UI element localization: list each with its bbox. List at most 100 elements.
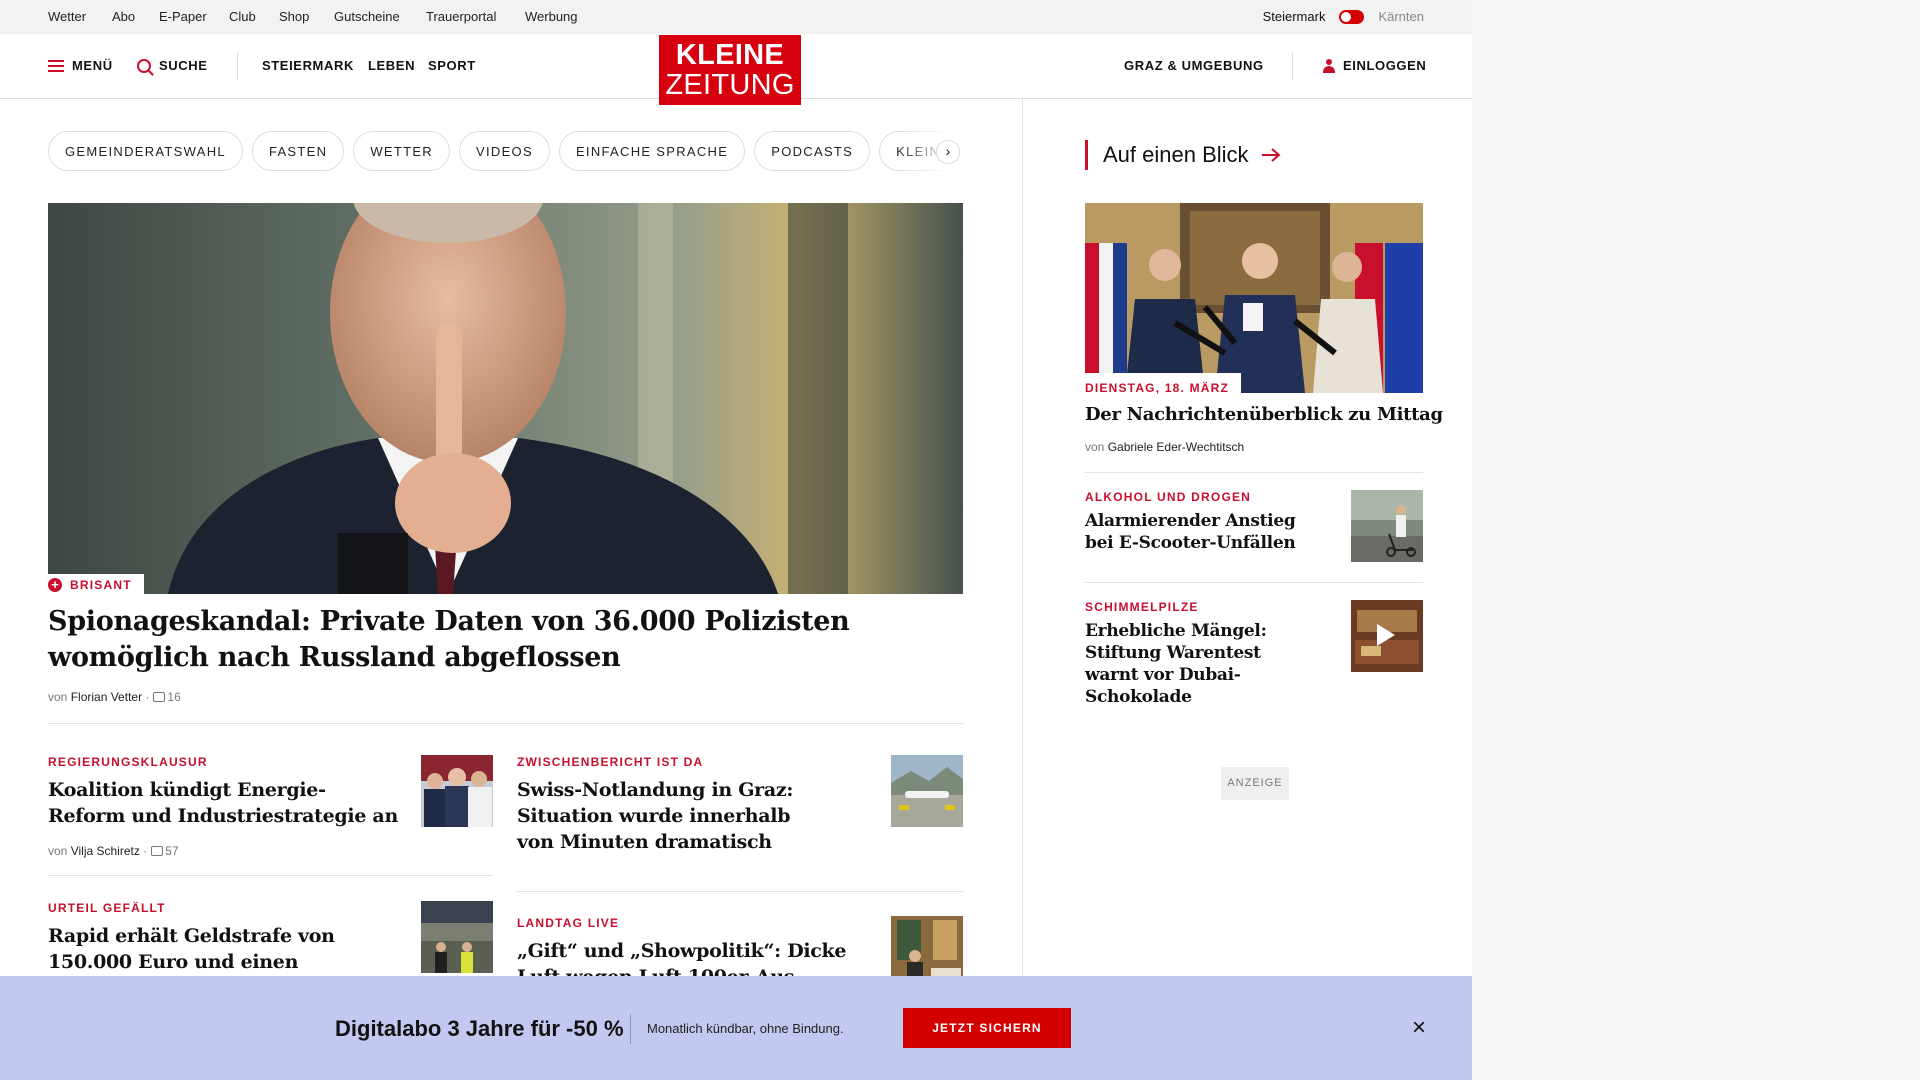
sidebar-item-thumbnail — [1351, 490, 1423, 562]
utility-link-club[interactable]: Club — [229, 9, 256, 24]
hero-author[interactable]: Florian Vetter — [71, 690, 142, 704]
teaser-headline[interactable]: Rapid erhält Geldstrafe von 150.000 Euro… — [48, 923, 348, 975]
jetzt-sichern-button[interactable]: JETZT SICHERN — [903, 1008, 1071, 1048]
sidebar-item-headline[interactable]: Alarmierender Anstieg bei E-Scooter-Unfä… — [1085, 510, 1315, 554]
teaser-headline[interactable]: Swiss-Notlandung in Graz: Situation wurd… — [517, 777, 807, 855]
hero-divider — [48, 723, 963, 724]
search-icon — [137, 58, 151, 73]
hero-photo-illustration — [48, 203, 963, 594]
sidebar-heading[interactable]: Auf einen Blick — [1085, 140, 1281, 170]
pill-podcasts[interactable]: PODCASTS — [754, 131, 871, 171]
sidebar-lead-byline: von Gabriele Eder-Wechtitsch — [1085, 440, 1244, 454]
date-label: DIENSTAG, 18. MÄRZ — [1085, 381, 1230, 395]
byline-prefix: von — [48, 844, 68, 858]
teaser-author[interactable]: Vilja Schiretz — [71, 844, 140, 858]
topic-pills: GEMEINDERATSWAHL FASTEN WETTER VIDEOS EI… — [48, 131, 976, 171]
utility-link-wetter[interactable]: Wetter — [48, 9, 86, 24]
hero-comment-count[interactable]: 16 — [167, 690, 180, 704]
comment-icon — [151, 846, 164, 856]
pill-videos[interactable]: VIDEOS — [459, 131, 550, 171]
sidebar-divider — [1085, 472, 1423, 473]
promo-subtitle: Monatlich kündbar, ohne Bindung. — [647, 1021, 844, 1036]
nav-sport[interactable]: SPORT — [428, 58, 476, 73]
sidebar-divider — [1085, 582, 1423, 583]
teaser-divider — [517, 891, 963, 892]
sidebar-item-headline[interactable]: Erhebliche Mängel: Stiftung Warentest wa… — [1085, 620, 1315, 708]
teaser-urteil-gefaellt[interactable]: URTEIL GEFÄLLT Rapid erhält Geldstrafe v… — [48, 901, 493, 976]
sidebar-lead-headline[interactable]: Der Nachrichtenüberblick zu Mittag — [1085, 402, 1443, 428]
pill-wetter[interactable]: WETTER — [353, 131, 450, 171]
teaser-thumbnail — [421, 755, 493, 827]
hero-image[interactable] — [48, 203, 963, 594]
utility-bar: Wetter Abo E-Paper Club Shop Gutscheine … — [0, 0, 1472, 34]
user-icon — [1323, 58, 1335, 73]
sidebar-photo-illustration — [1085, 203, 1423, 393]
hero-headline[interactable]: Spionageskandal: Private Daten von 36.00… — [48, 604, 908, 676]
byline-prefix: von — [48, 690, 68, 704]
search-button[interactable]: SUCHE — [137, 58, 208, 73]
nav-graz-umgebung[interactable]: GRAZ & UMGEBUNG — [1124, 58, 1264, 73]
arrow-right-icon — [1261, 148, 1281, 162]
byline-prefix: von — [1085, 440, 1105, 454]
menu-label: MENÜ — [72, 58, 113, 73]
advertisement-label: ANZEIGE — [1221, 767, 1289, 800]
teaser-thumbnail — [421, 901, 493, 973]
right-empty-area — [1472, 0, 1920, 1080]
utility-link-abo[interactable]: Abo — [112, 9, 135, 24]
kleine-zeitung-logo[interactable]: KLEINE ZEITUNG — [659, 35, 801, 105]
pill-gemeinderatswahl[interactable]: GEMEINDERATSWAHL — [48, 131, 243, 171]
teaser-byline: von Vilja Schiretz · 57 — [48, 844, 179, 858]
sidebar-lead-author[interactable]: Gabriele Eder-Wechtitsch — [1108, 440, 1245, 454]
hero-kicker-label: BRISANT — [70, 578, 132, 592]
teaser-regierungsklausur[interactable]: REGIERUNGSKLAUSUR Koalition kündigt Ener… — [48, 755, 493, 875]
search-label: SUCHE — [159, 58, 208, 73]
subscription-banner: Digitalabo 3 Jahre für -50 % Monatlich k… — [0, 976, 1472, 1080]
column-divider — [1022, 98, 1023, 978]
nav-steiermark[interactable]: STEIERMARK — [262, 58, 354, 73]
comment-icon — [153, 692, 166, 702]
hero-kicker: + BRISANT — [48, 574, 144, 596]
pill-fasten[interactable]: FASTEN — [251, 131, 345, 171]
teaser-headline[interactable]: Koalition kündigt Energie-Reform und Ind… — [48, 777, 398, 829]
sidebar-lead-image[interactable] — [1085, 203, 1423, 393]
utility-link-trauerportal[interactable]: Trauerportal — [426, 9, 496, 24]
play-icon — [1377, 624, 1395, 646]
region-kaernten[interactable]: Kärnten — [1378, 9, 1424, 24]
region-toggle[interactable] — [1339, 9, 1365, 24]
page: Wetter Abo E-Paper Club Shop Gutscheine … — [0, 0, 1472, 1080]
sidebar-item-dubai-schokolade[interactable]: SCHIMMELPILZE Erhebliche Mängel: Stiftun… — [1085, 600, 1423, 707]
region-steiermark[interactable]: Steiermark — [1263, 9, 1326, 24]
teaser-kicker: LANDTAG LIVE — [517, 916, 620, 930]
logo-line-2: ZEITUNG — [665, 69, 795, 101]
teaser-comment-count[interactable]: 57 — [165, 844, 178, 858]
teaser-kicker: REGIERUNGSKLAUSUR — [48, 755, 208, 769]
teaser-divider — [48, 875, 493, 876]
login-label: EINLOGGEN — [1343, 58, 1427, 73]
teaser-kicker: ZWISCHENBERICHT IST DA — [517, 755, 704, 769]
header-divider-right — [1292, 52, 1293, 80]
hero-byline: von Florian Vetter · 16 — [48, 690, 181, 704]
teaser-landtag-live[interactable]: LANDTAG LIVE „Gift“ und „Showpolitik“: D… — [517, 916, 963, 988]
nav-leben[interactable]: LEBEN — [368, 58, 415, 73]
utility-link-shop[interactable]: Shop — [279, 9, 309, 24]
pills-next-button[interactable]: › — [936, 140, 960, 164]
region-switch: Steiermark Kärnten — [1263, 9, 1424, 24]
hamburger-icon — [48, 59, 64, 72]
teaser-thumbnail — [891, 755, 963, 827]
teaser-swiss-notlandung[interactable]: ZWISCHENBERICHT IST DA Swiss-Notlandung … — [517, 755, 963, 875]
utility-link-epaper[interactable]: E-Paper — [159, 9, 207, 24]
close-icon[interactable]: × — [1407, 1016, 1431, 1040]
logo-line-1: KLEINE — [675, 39, 785, 71]
sidebar-lead-date: DIENSTAG, 18. MÄRZ — [1085, 373, 1242, 399]
menu-button[interactable]: MENÜ — [48, 58, 113, 73]
sidebar-heading-label: Auf einen Blick — [1103, 142, 1249, 167]
plus-icon: + — [48, 578, 62, 592]
utility-link-werbung[interactable]: Werbung — [525, 9, 578, 24]
login-button[interactable]: EINLOGGEN — [1323, 58, 1426, 73]
pill-einfache-sprache[interactable]: EINFACHE SPRACHE — [558, 131, 746, 171]
teaser-kicker: URTEIL GEFÄLLT — [48, 901, 166, 915]
sidebar-item-video-thumbnail[interactable] — [1351, 600, 1423, 672]
sidebar-item-escooter[interactable]: ALKOHOL UND DROGEN Alarmierender Anstieg… — [1085, 490, 1423, 580]
utility-link-gutscheine[interactable]: Gutscheine — [334, 9, 400, 24]
header-divider — [237, 52, 238, 80]
